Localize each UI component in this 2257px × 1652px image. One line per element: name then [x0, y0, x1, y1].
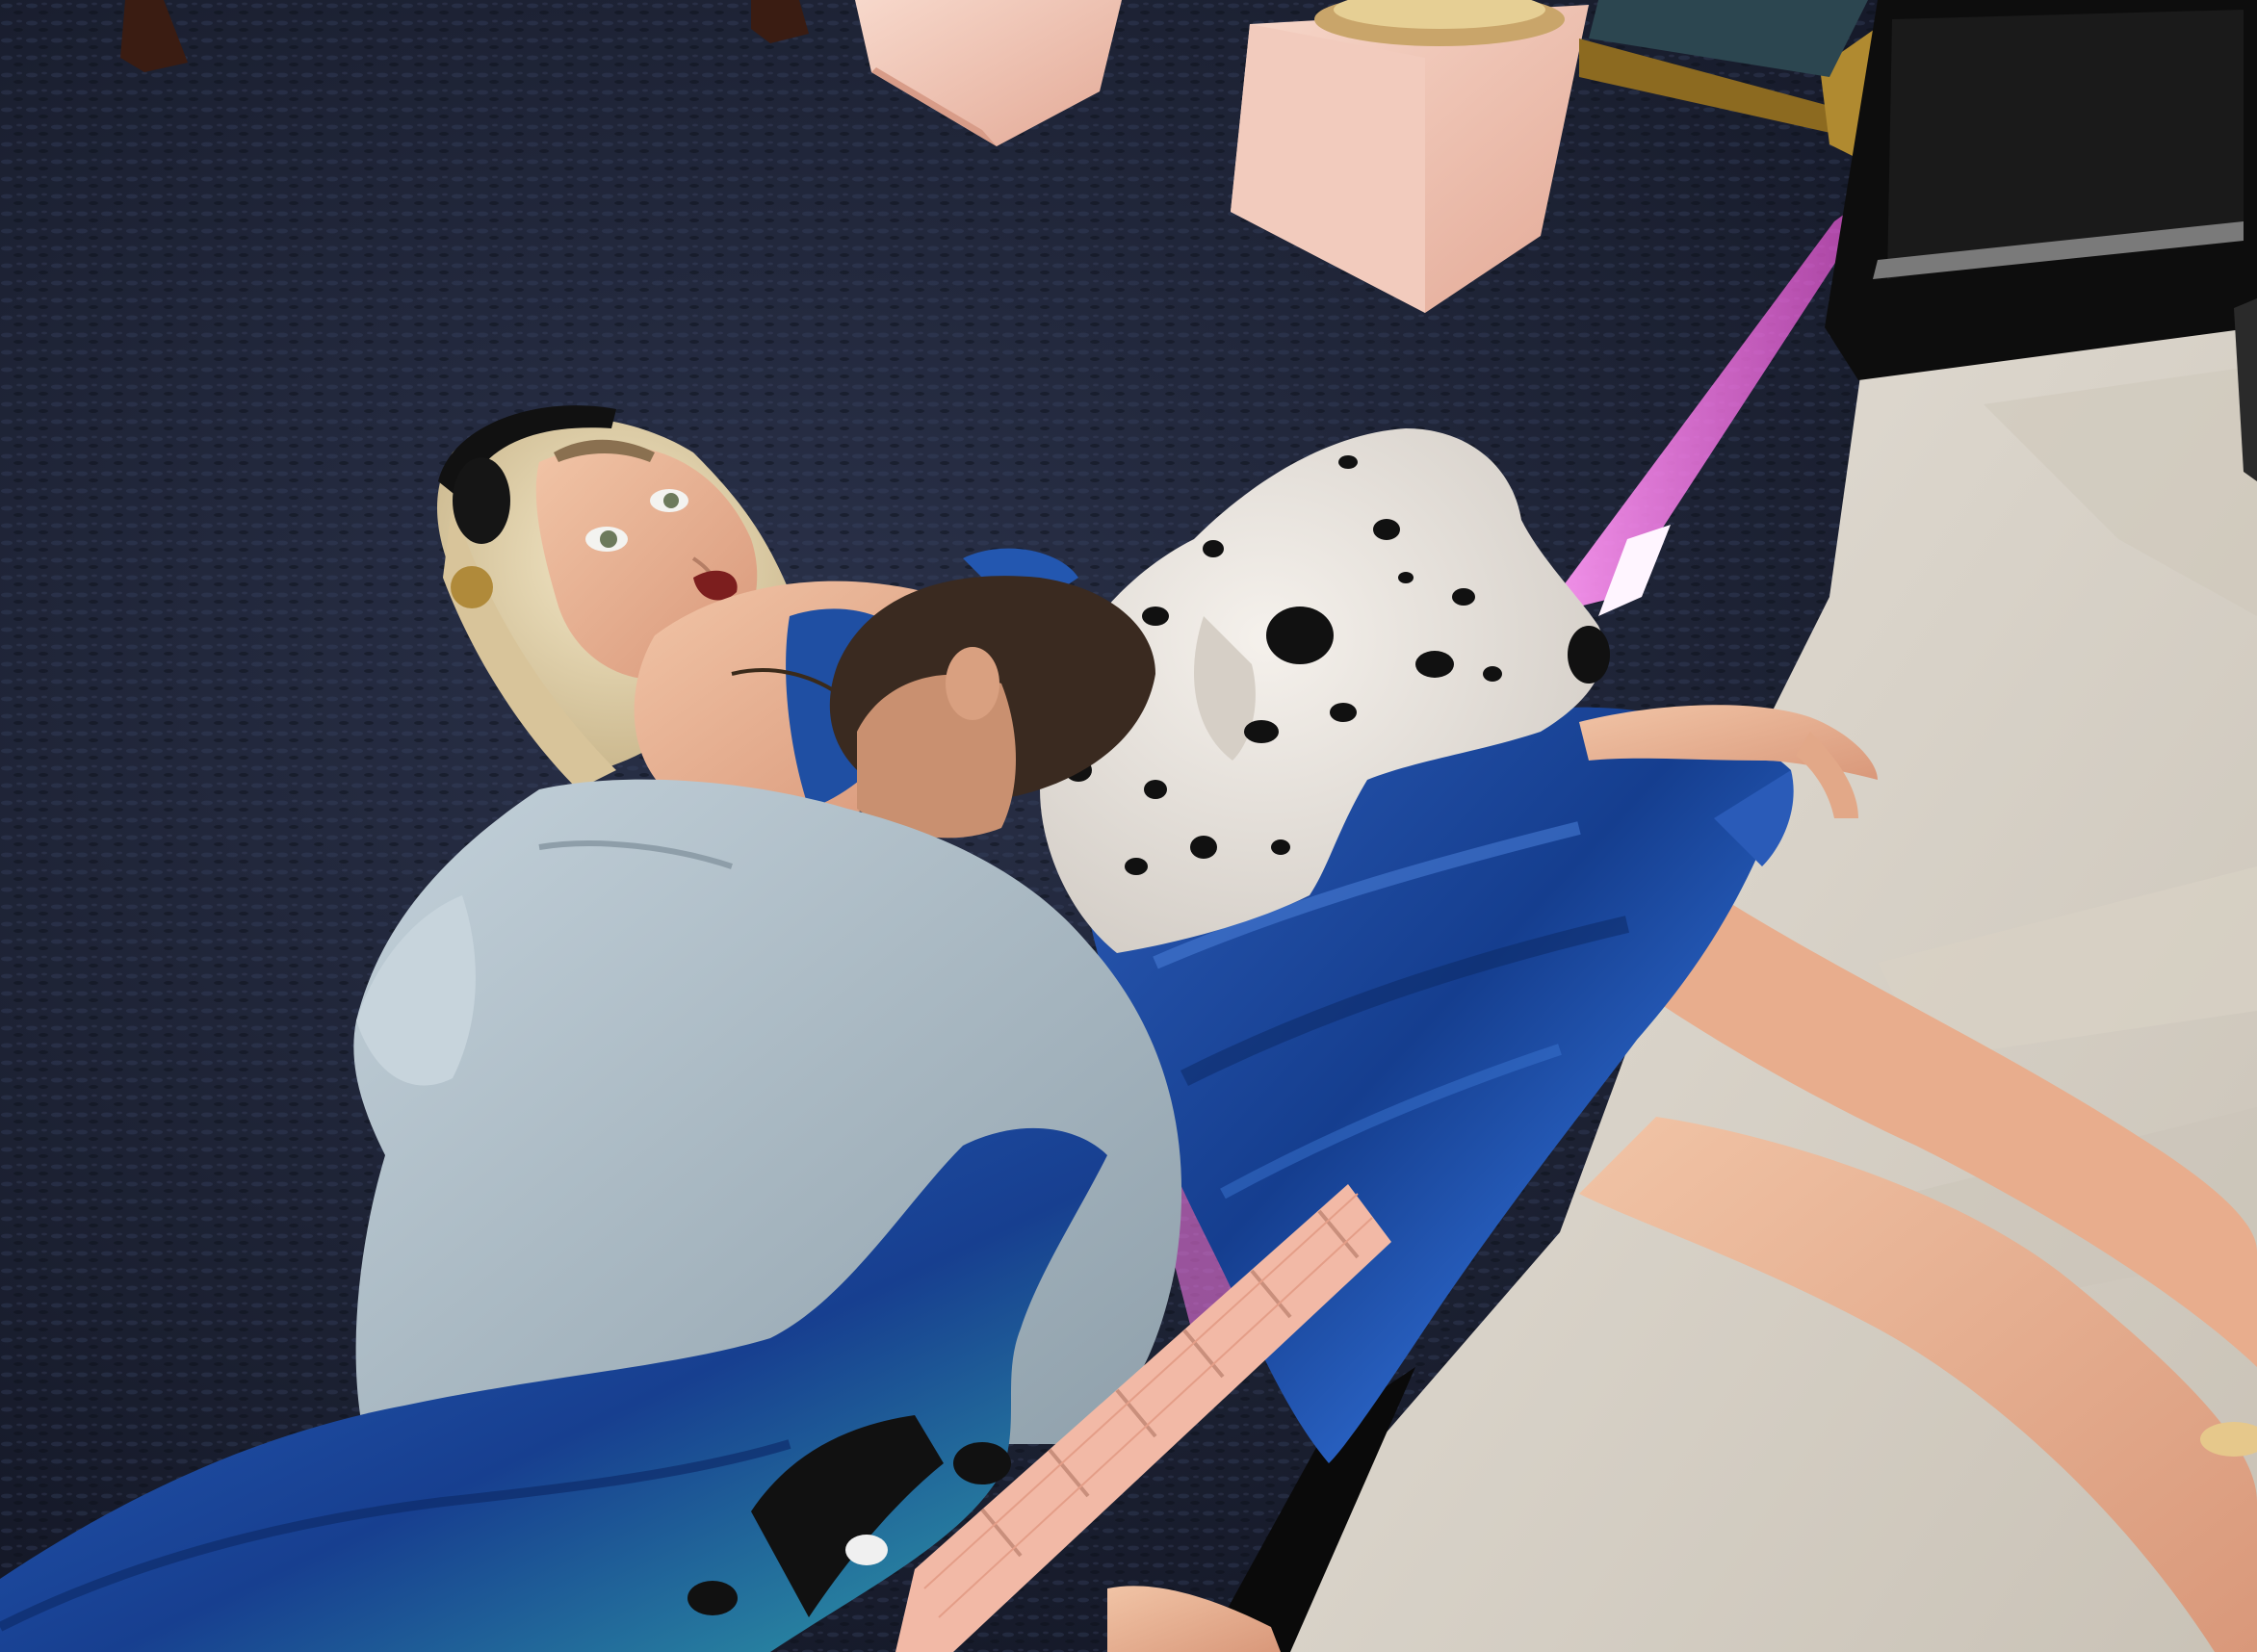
game-viewport[interactable]	[0, 0, 2257, 1652]
hair-clip	[451, 566, 493, 608]
3d-scene[interactable]	[0, 0, 2257, 1652]
